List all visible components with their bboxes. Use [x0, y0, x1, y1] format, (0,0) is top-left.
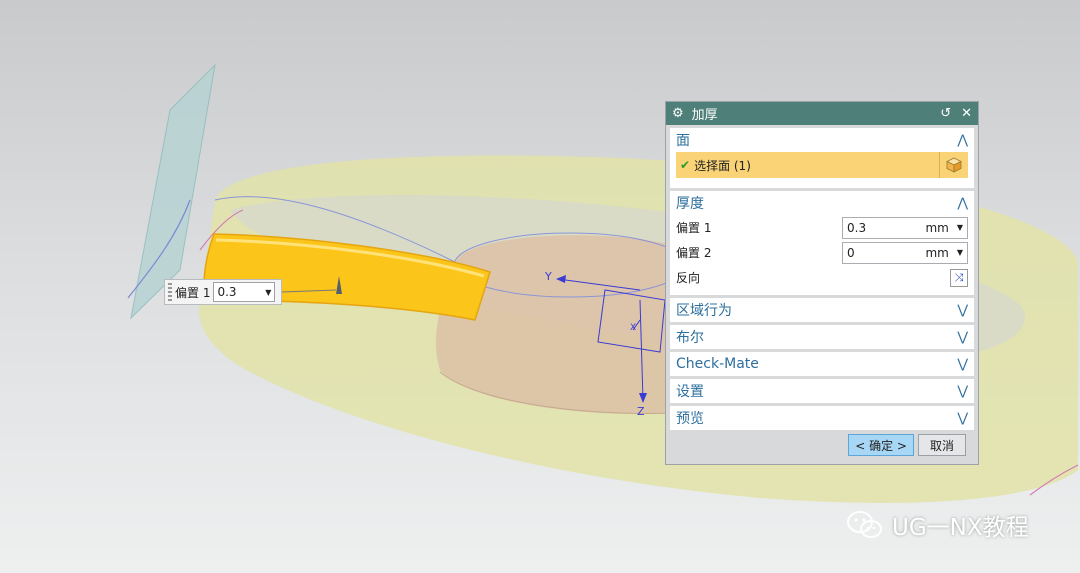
checkmark-icon: ✔ — [680, 158, 691, 172]
close-icon[interactable]: ✕ — [961, 106, 972, 121]
reverse-arrows-icon: ⤨ — [954, 270, 964, 284]
section-boolean-title: 布尔 — [676, 330, 704, 346]
select-face-row[interactable]: ✔ 选择面 (1) — [676, 152, 968, 178]
chevron-down-icon[interactable]: ▼ — [265, 288, 271, 297]
onscreen-offset-input: 偏置 1 0.3 ▼ — [164, 279, 282, 305]
onscreen-offset-label: 偏置 1 — [175, 285, 211, 300]
chevron-up-icon[interactable]: ⋀ — [957, 196, 968, 211]
gear-icon[interactable]: ⚙ — [672, 106, 684, 121]
reverse-row: 反向 ⤨ — [670, 265, 974, 290]
select-face-label: 选择面 (1) — [694, 158, 751, 173]
offset2-value: 0 — [847, 245, 855, 260]
section-face-title: 面 — [676, 133, 690, 149]
x-axis-label: X — [630, 323, 636, 333]
onscreen-offset-field[interactable]: 0.3 ▼ — [213, 282, 276, 302]
reverse-label: 反向 — [676, 271, 701, 285]
chevron-up-icon[interactable]: ⋀ — [957, 133, 968, 148]
watermark-text: UG一NX教程 — [892, 515, 1029, 541]
reverse-direction-button[interactable]: ⤨ — [950, 268, 968, 287]
section-thickness-header[interactable]: 厚度 ⋀ — [670, 191, 974, 215]
y-axis-label: Y — [544, 270, 552, 283]
offset2-row: 偏置 2 0 mm ▼ — [670, 240, 974, 265]
chevron-down-icon[interactable]: ⋁ — [957, 303, 968, 318]
z-axis-label: Z — [637, 405, 645, 418]
face-selector-button[interactable] — [939, 152, 968, 178]
ok-button[interactable]: < 确定 > — [848, 434, 914, 456]
offset1-field[interactable]: 0.3 mm ▼ — [842, 216, 968, 239]
dialog-titlebar[interactable]: ⚙ 加厚 ↺ ✕ — [666, 102, 978, 125]
chevron-down-icon[interactable]: ⋁ — [957, 357, 968, 372]
section-boolean-header[interactable]: 布尔 ⋁ — [670, 325, 974, 349]
section-thickness: 厚度 ⋀ 偏置 1 0.3 mm ▼ 偏置 2 0 mm ▼ 反向 ⤨ — [670, 191, 974, 295]
offset1-value: 0.3 — [847, 220, 867, 235]
onscreen-offset-value: 0.3 — [217, 285, 237, 299]
offset1-unit: mm — [925, 220, 949, 235]
dialog-title: 加厚 — [691, 108, 718, 123]
watermark: UG一NX教程 — [846, 508, 1029, 542]
thicken-dialog: ⚙ 加厚 ↺ ✕ 面 ⋀ ✔ 选择面 (1) 厚度 ⋀ 偏置 1 0.3 mm … — [665, 101, 979, 465]
section-region-behavior: 区域行为 ⋁ — [670, 298, 974, 322]
wechat-icon — [847, 511, 882, 538]
section-region-header[interactable]: 区域行为 ⋁ — [670, 298, 974, 322]
section-preview-title: 预览 — [676, 411, 704, 427]
chevron-down-icon[interactable]: ⋁ — [957, 384, 968, 399]
chevron-down-icon[interactable]: ▼ — [957, 223, 963, 232]
section-checkmate-title: Check-Mate — [676, 356, 759, 372]
section-preview-header[interactable]: 预览 ⋁ — [670, 406, 974, 430]
chevron-down-icon[interactable]: ▼ — [957, 248, 963, 257]
section-preview: 预览 ⋁ — [670, 406, 974, 430]
reset-icon[interactable]: ↺ — [940, 106, 951, 121]
section-face: 面 ⋀ ✔ 选择面 (1) — [670, 128, 974, 188]
chevron-down-icon[interactable]: ⋁ — [957, 330, 968, 345]
section-settings-title: 设置 — [676, 384, 704, 400]
cylinder-surface — [435, 235, 690, 415]
section-checkmate-header[interactable]: Check-Mate ⋁ — [670, 352, 974, 376]
offset2-label: 偏置 2 — [676, 246, 712, 260]
offset2-unit: mm — [925, 245, 949, 260]
section-settings-header[interactable]: 设置 ⋁ — [670, 379, 974, 403]
section-thickness-title: 厚度 — [676, 196, 704, 212]
offset2-field[interactable]: 0 mm ▼ — [842, 241, 968, 264]
section-check-mate: Check-Mate ⋁ — [670, 352, 974, 376]
offset1-label: 偏置 1 — [676, 221, 712, 235]
cancel-button[interactable]: 取消 — [918, 434, 966, 456]
chevron-down-icon[interactable]: ⋁ — [957, 411, 968, 426]
drag-grip[interactable] — [168, 283, 172, 301]
dialog-footer: < 确定 > 取消 — [666, 434, 978, 456]
cube-icon — [946, 157, 962, 173]
section-boolean: 布尔 ⋁ — [670, 325, 974, 349]
offset1-row: 偏置 1 0.3 mm ▼ — [670, 215, 974, 240]
section-settings: 设置 ⋁ — [670, 379, 974, 403]
section-region-title: 区域行为 — [676, 303, 732, 319]
section-face-header[interactable]: 面 ⋀ — [670, 128, 974, 152]
